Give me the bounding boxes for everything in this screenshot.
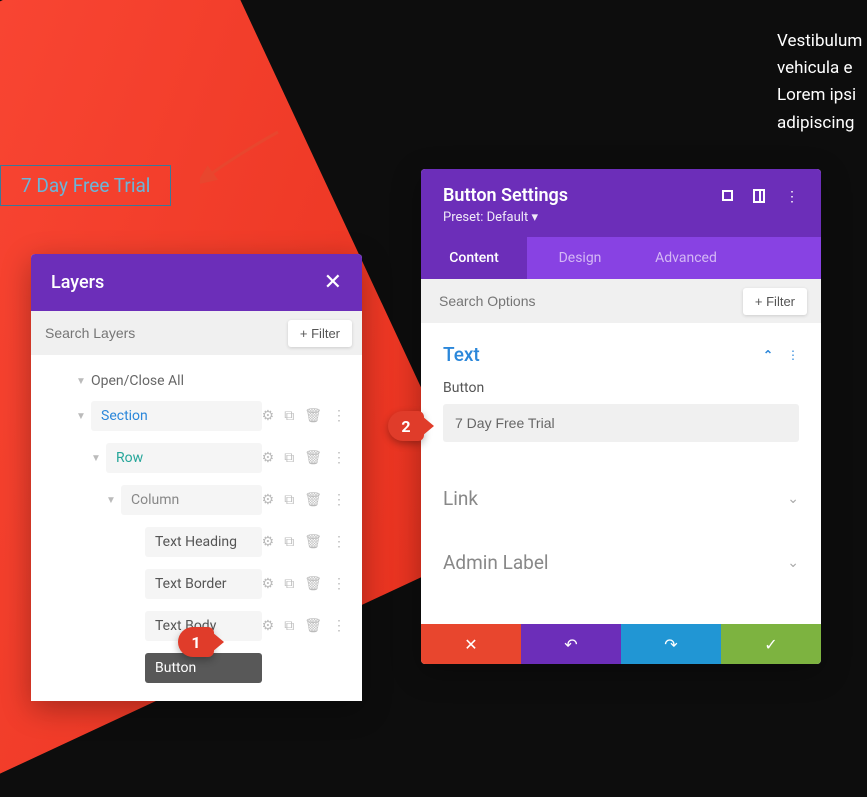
tree-label: Section: [91, 401, 262, 431]
button-field-label: Button: [443, 380, 799, 396]
gear-icon[interactable]: ⚙: [262, 534, 275, 550]
section-text[interactable]: Text ⌃ ⋮: [443, 337, 799, 380]
save-button[interactable]: ✓: [721, 624, 821, 664]
duplicate-icon[interactable]: ⧉: [284, 660, 294, 676]
settings-panel: Button Settings Preset: Default ▾ ⋮ Cont…: [421, 169, 821, 664]
more-icon[interactable]: ⋮: [332, 450, 346, 466]
trash-icon[interactable]: 🗑: [304, 492, 322, 508]
chevron-up-icon[interactable]: ⌃: [763, 348, 773, 362]
layers-filter-button[interactable]: + Filter: [288, 320, 352, 347]
more-icon[interactable]: ⋮: [332, 576, 346, 592]
trash-icon[interactable]: 🗑: [304, 534, 322, 550]
trash-icon[interactable]: 🗑: [304, 450, 322, 466]
more-icon[interactable]: ⋮: [332, 660, 346, 676]
tree-section[interactable]: ▼ Section ⚙ ⧉ 🗑 ⋮: [31, 395, 362, 437]
button-text-input[interactable]: [443, 404, 799, 442]
settings-filter-button[interactable]: + Filter: [743, 288, 807, 315]
tree-label: Button: [145, 653, 262, 683]
section-link[interactable]: Link ⌄: [421, 466, 821, 530]
tree-module-text-border[interactable]: Text Border ⚙ ⧉ 🗑 ⋮: [31, 563, 362, 605]
gear-icon[interactable]: ⚙: [262, 450, 275, 466]
gear-icon[interactable]: ⚙: [262, 408, 275, 424]
settings-title: Button Settings: [443, 185, 568, 206]
duplicate-icon[interactable]: ⧉: [284, 408, 294, 424]
layers-search-row: + Filter: [31, 311, 362, 355]
tab-advanced[interactable]: Advanced: [633, 237, 739, 279]
duplicate-icon[interactable]: ⧉: [284, 450, 294, 466]
more-icon[interactable]: ⋮: [787, 348, 799, 362]
settings-tabs: Content Design Advanced: [421, 237, 821, 279]
caret-icon: ▼: [71, 376, 91, 387]
tree-column[interactable]: ▼ Column ⚙ ⧉ 🗑 ⋮: [31, 479, 362, 521]
search-layers-input[interactable]: [41, 319, 288, 347]
duplicate-icon[interactable]: ⧉: [284, 618, 294, 634]
tree-module-text-heading[interactable]: Text Heading ⚙ ⧉ 🗑 ⋮: [31, 521, 362, 563]
split-view-icon[interactable]: [753, 189, 765, 207]
tree-label: Column: [121, 485, 262, 515]
more-icon[interactable]: ⋮: [332, 618, 346, 634]
settings-header: Button Settings Preset: Default ▾ ⋮: [421, 169, 821, 237]
settings-search-row: + Filter: [421, 279, 821, 323]
trash-icon[interactable]: 🗑: [304, 618, 322, 634]
preview-button-element[interactable]: 7 Day Free Trial: [0, 165, 171, 206]
gear-icon[interactable]: ⚙: [262, 618, 275, 634]
duplicate-icon[interactable]: ⧉: [284, 534, 294, 550]
more-icon[interactable]: ⋮: [332, 408, 346, 424]
caret-icon: ▼: [86, 453, 106, 464]
section-admin-label[interactable]: Admin Label ⌄: [421, 530, 821, 594]
annotation-arrow: [200, 128, 290, 188]
settings-footer: ✕ ↶ ↷ ✓: [421, 624, 821, 664]
tree-label: Text Border: [145, 569, 262, 599]
duplicate-icon[interactable]: ⧉: [284, 492, 294, 508]
caret-icon: ▼: [101, 495, 121, 506]
more-icon[interactable]: ⋮: [332, 492, 346, 508]
search-options-input[interactable]: [435, 287, 743, 315]
gear-icon[interactable]: ⚙: [262, 492, 275, 508]
discard-button[interactable]: ✕: [421, 624, 521, 664]
expand-icon[interactable]: [722, 189, 733, 207]
tab-design[interactable]: Design: [527, 237, 633, 279]
chevron-down-icon: ⌄: [787, 491, 799, 507]
callout-badge-1: 1: [178, 627, 214, 657]
tree-label: Text Heading: [145, 527, 262, 557]
duplicate-icon[interactable]: ⧉: [284, 576, 294, 592]
layers-panel-header: Layers ✕: [31, 254, 362, 311]
layers-panel-title: Layers: [51, 272, 104, 293]
undo-button[interactable]: ↶: [521, 624, 621, 664]
more-icon[interactable]: ⋮: [332, 534, 346, 550]
preview-button-text: 7 Day Free Trial: [21, 174, 150, 197]
gear-icon[interactable]: ⚙: [262, 576, 275, 592]
trash-icon[interactable]: 🗑: [304, 408, 322, 424]
settings-body: Text ⌃ ⋮ Button: [421, 323, 821, 466]
open-close-all[interactable]: ▼ Open/Close All: [31, 367, 362, 395]
preset-selector[interactable]: Preset: Default ▾: [443, 210, 568, 225]
trash-icon[interactable]: 🗑: [304, 660, 322, 676]
caret-icon: ▼: [71, 411, 91, 422]
tab-content[interactable]: Content: [421, 237, 527, 279]
gear-icon[interactable]: ⚙: [262, 660, 275, 676]
trash-icon[interactable]: 🗑: [304, 576, 322, 592]
chevron-down-icon: ⌄: [787, 555, 799, 571]
close-icon[interactable]: ✕: [324, 270, 342, 295]
callout-badge-2: 2: [388, 411, 424, 441]
more-icon[interactable]: ⋮: [785, 189, 799, 207]
tree-label: Row: [106, 443, 262, 473]
redo-button[interactable]: ↷: [621, 624, 721, 664]
background-text: Vestibulum vehicula e Lorem ipsi adipisc…: [777, 28, 867, 137]
tree-row[interactable]: ▼ Row ⚙ ⧉ 🗑 ⋮: [31, 437, 362, 479]
